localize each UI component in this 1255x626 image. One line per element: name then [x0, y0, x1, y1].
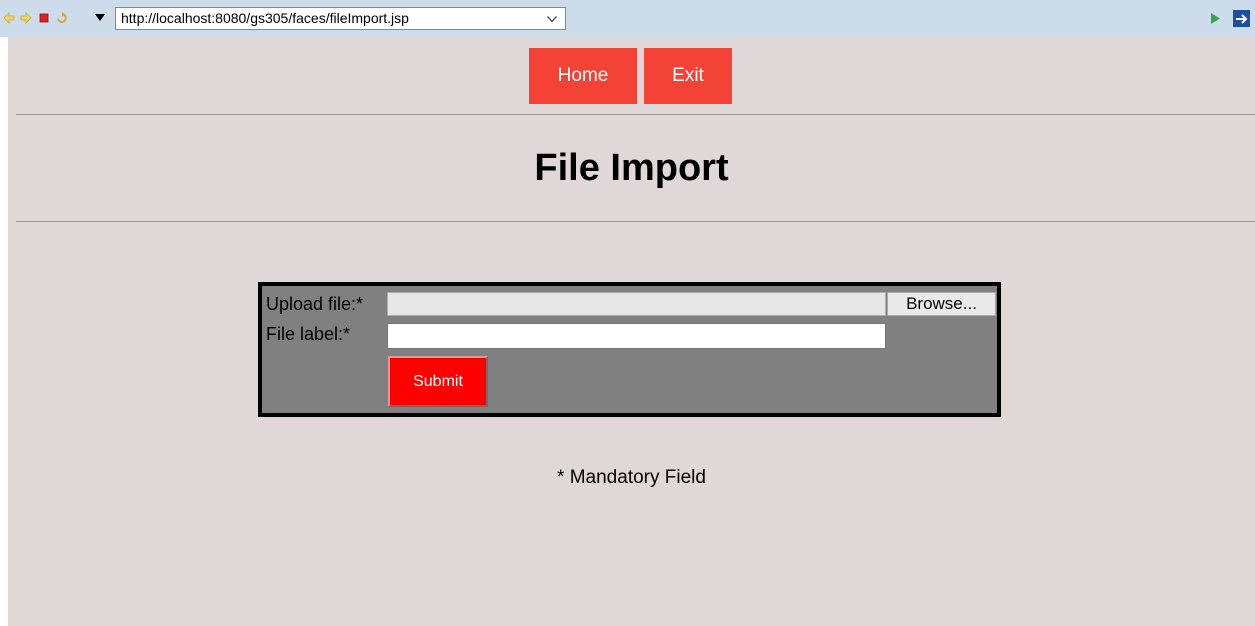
- menu-dropdown-icon[interactable]: [95, 14, 105, 22]
- page-content: Home Exit File Import Upload file:* Brow…: [8, 37, 1255, 626]
- url-dropdown-icon[interactable]: [547, 16, 557, 23]
- file-label-input[interactable]: [387, 323, 886, 349]
- url-text: http://localhost:8080/gs305/faces/fileIm…: [121, 10, 409, 26]
- upload-file-field[interactable]: [387, 292, 886, 316]
- bottom-divider: [16, 221, 1255, 222]
- home-button[interactable]: Home: [529, 48, 637, 104]
- go-icon[interactable]: [1210, 13, 1220, 24]
- back-arrow-icon[interactable]: [3, 12, 15, 24]
- file-label-label: File label:*: [266, 324, 351, 344]
- stop-icon[interactable]: [38, 12, 50, 24]
- browse-button[interactable]: Browse...: [887, 292, 996, 316]
- url-bar[interactable]: http://localhost:8080/gs305/faces/fileIm…: [115, 7, 566, 30]
- submit-button[interactable]: Submit: [388, 356, 488, 407]
- forward-arrow-icon[interactable]: [20, 12, 32, 24]
- refresh-icon[interactable]: [56, 12, 68, 24]
- eclipse-icon[interactable]: [1233, 10, 1250, 27]
- browser-toolbar: http://localhost:8080/gs305/faces/fileIm…: [0, 0, 1255, 37]
- exit-button[interactable]: Exit: [644, 48, 732, 104]
- upload-file-label: Upload file:*: [266, 294, 364, 314]
- page-title: File Import: [534, 147, 729, 189]
- import-form: Upload file:* Browse... File label:* Sub…: [258, 282, 1001, 417]
- top-divider: [16, 114, 1255, 115]
- mandatory-note: * Mandatory Field: [557, 467, 706, 488]
